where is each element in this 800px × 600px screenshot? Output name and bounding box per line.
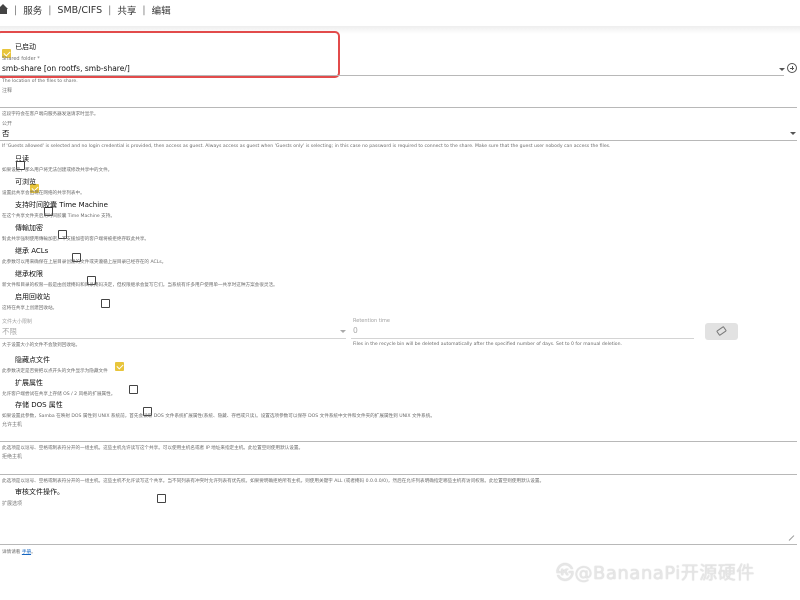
inherit-perms-label: 继承权限 (15, 270, 43, 278)
extra-options-hint: 详情请看 手册。 (2, 549, 36, 555)
shared-folder-dropdown-icon[interactable] (779, 68, 785, 71)
max-file-size-label: 文件大小限制 (2, 319, 33, 325)
enabled-label: 已启动 (15, 43, 36, 51)
timemachine-label: 支持时间胶囊 Time Machine (15, 201, 108, 209)
hide-dot-label: 隐藏点文件 (15, 356, 50, 364)
hide-dot-checkbox[interactable] (114, 362, 124, 371)
recycle-label: 启用回收站 (15, 293, 50, 301)
hosts-deny-input[interactable] (2, 461, 792, 471)
audit-label: 审核文件操作。 (15, 488, 64, 496)
max-file-size-dropdown-icon[interactable] (340, 330, 346, 333)
audit-checkbox[interactable] (157, 494, 167, 503)
timemachine-hint: 在这个共享文件夹启用时间胶囊 Time Machine 支持。 (2, 214, 115, 219)
watermark: ㉿@BananaPi开源硬件 (556, 563, 755, 584)
retention-input[interactable]: 0 (353, 326, 358, 335)
breadcrumb-shares[interactable]: 共享 (117, 3, 136, 17)
comment-input[interactable] (2, 95, 792, 105)
hosts-deny-underline (0, 474, 797, 475)
shared-folder-underline (0, 75, 784, 76)
retention-label: Retention time (353, 318, 390, 324)
comment-hint: 这段字符会在客户端向服务器发送请求时显示。 (2, 112, 99, 117)
ea-label: 扩展属性 (15, 379, 43, 387)
hosts-allow-label: 允许主机 (2, 422, 23, 428)
hosts-deny-hint: 此选项是以逗号、空格或制表符分开的一组主机。这些主机不允许读写这个共享。当不同列… (2, 479, 545, 484)
breadcrumb-edit: 编辑 (151, 6, 171, 17)
add-shared-folder-icon[interactable] (787, 63, 797, 73)
retention-hint: Files in the recycle bin will be deleted… (353, 342, 622, 347)
hide-dot-hint: 此参数决定是否要把以点开头的文件显示为隐藏文件 (2, 369, 108, 374)
public-select[interactable]: 否 (2, 128, 10, 139)
breadcrumb-services[interactable]: 服务 (23, 3, 42, 17)
encrypt-hint: 對此共享強制使用傳輸加密。不支援加密的客户端将被拒绝存取此共享。 (2, 237, 150, 242)
encrypt-label: 傳輸加密 (15, 224, 43, 232)
inherit-acls-label: 继承 ACLs (15, 247, 49, 255)
manual-link[interactable]: 手册 (22, 550, 31, 555)
breadcrumb: | 服务 | SMB/CIFS | 共享 | 编辑 (0, 0, 800, 20)
public-underline (0, 140, 797, 141)
shared-folder-hint: The location of the files to share. (2, 79, 78, 84)
max-file-size-hint: 大于设置大小的文件不会放到回收站。 (2, 343, 81, 348)
extra-options-label: 扩展选项 (2, 501, 23, 507)
dos-label: 存储 DOS 属性 (15, 401, 63, 409)
recycle-hint: 这将在共享上创建回收站。 (2, 306, 58, 311)
inherit-perms-hint: 新文件和目录的权限一般是由创建掩码和目录掩码决定，但权限继承会复写它们。当系统有… (2, 283, 278, 288)
breadcrumb-separator: | (48, 4, 52, 16)
browsable-label: 可浏览 (15, 178, 36, 186)
hosts-allow-underline (0, 441, 797, 442)
public-hint: If 'Guests allowed' is selected and no l… (2, 144, 611, 149)
max-file-size-underline (0, 338, 346, 339)
breadcrumb-smb[interactable]: SMB/CIFS (57, 5, 102, 16)
hosts-deny-label: 拒绝主机 (2, 454, 23, 460)
extra-options-hint-suffix: 。 (31, 550, 36, 555)
hosts-allow-input[interactable] (2, 428, 792, 438)
readonly-label: 只读 (15, 155, 29, 163)
ea-checkbox[interactable] (128, 385, 138, 394)
textarea-resize-handle[interactable] (789, 535, 795, 541)
inherit-acls-hint: 此参数可以用来确保在上层目录创建的文件或夹遵循上层目录已经存在的 ACLs。 (2, 260, 167, 265)
max-file-size-select[interactable]: 不限 (2, 326, 17, 337)
readonly-hint: 如果设定，那么用户将无法创建或修改共享中的文件。 (2, 168, 113, 173)
shared-folder-label: Shared folder * (2, 56, 40, 62)
comment-label: 注释 (2, 88, 13, 94)
public-dropdown-icon[interactable] (790, 132, 796, 135)
browsable-hint: 设置此共享会出现在网络的共享列表中。 (2, 191, 85, 196)
public-label: 公开 (2, 121, 13, 127)
clear-button[interactable] (705, 323, 738, 340)
recycle-checkbox[interactable] (100, 299, 110, 308)
dos-hint: 如果设置此参数，Samba 在映射 DOS 属性到 UNIX 系统前，首先会读取… (2, 414, 435, 419)
comment-underline (0, 107, 797, 108)
extra-options-hint-text: 详情请看 (2, 550, 21, 555)
eraser-icon (716, 325, 727, 337)
retention-underline (351, 338, 694, 339)
extra-options-underline (0, 544, 797, 545)
extra-options-textarea[interactable] (2, 508, 792, 542)
breadcrumb-separator: | (142, 4, 146, 16)
breadcrumb-separator: | (108, 4, 112, 16)
shared-folder-select[interactable]: smb-share [on rootfs, smb-share/] (2, 64, 130, 73)
ea-hint: 允许客户端尝试在共享上存储 OS / 2 风格的扩展属性。 (2, 392, 116, 397)
breadcrumb-separator: | (14, 4, 18, 16)
hosts-allow-hint: 此选项是以逗号、空格或制表符分开的一组主机。这些主机允许读写这个共享。可以使用主… (2, 446, 304, 451)
home-icon[interactable] (0, 4, 8, 16)
